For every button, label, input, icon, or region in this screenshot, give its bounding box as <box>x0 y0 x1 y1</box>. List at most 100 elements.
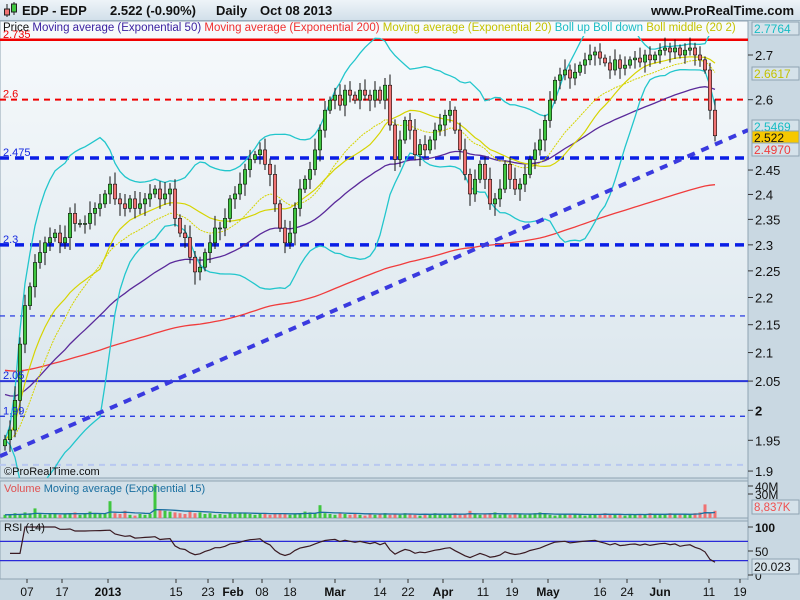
x-tick-label: 19 <box>505 585 519 599</box>
x-tick-label: 16 <box>593 585 607 599</box>
legend-boll-middle: Boll middle (20 2) <box>646 22 736 34</box>
candle-body <box>422 144 427 151</box>
candle-body <box>203 252 208 268</box>
volume-bar <box>688 514 692 518</box>
y-tick-label: 2.1 <box>755 346 773 361</box>
rsi-tick-label: 100 <box>755 521 775 535</box>
volume-bar <box>43 514 47 518</box>
y-tick-label: 2.35 <box>755 212 780 227</box>
volume-last-value: 8,837K <box>754 502 791 514</box>
value-tag-ema200: 2.4970 <box>754 143 791 157</box>
volume-bar <box>83 514 87 518</box>
x-tick-label: 22 <box>401 585 415 599</box>
volume-bar <box>23 512 27 518</box>
x-tick-label: 19 <box>733 585 747 599</box>
candle-body <box>362 89 367 96</box>
candle-body <box>158 188 163 200</box>
candle-body <box>188 237 193 258</box>
x-tick-label: 14 <box>373 585 387 599</box>
volume-bar <box>53 514 57 518</box>
candle-body <box>492 198 497 205</box>
candle-body <box>562 69 567 76</box>
rsi-panel <box>0 520 749 580</box>
candle-body <box>153 188 158 195</box>
volume-bar <box>608 514 612 518</box>
volume-bar <box>633 514 637 518</box>
value-tags: 2.77642.66172.54692.5222.4970 <box>751 21 800 157</box>
volume-bar <box>78 514 82 518</box>
date-axis: 07 17 2013 15 23 Feb 08 18 Mar 14 22 Apr 11 19 May 16 24… <box>20 579 747 599</box>
volume-bar <box>133 515 137 518</box>
volume-axis: 40M30M8,837K <box>748 480 800 515</box>
volume-bar <box>233 514 237 518</box>
candle-body <box>412 129 417 155</box>
candle-body <box>257 149 262 155</box>
volume-bar <box>498 514 502 518</box>
candle-body <box>108 183 113 195</box>
y-tick-label: 2 <box>755 403 762 418</box>
candle-body <box>552 79 557 101</box>
volume-bar <box>223 514 227 518</box>
candle-body <box>702 59 707 71</box>
value-tag-ema20: 2.6617 <box>754 67 791 81</box>
volume-bar <box>208 513 212 518</box>
price-legend: Price Moving average (Exponential 50) Mo… <box>3 22 736 34</box>
candle-body <box>487 178 492 205</box>
candle-body <box>372 89 377 101</box>
volume-bar <box>58 514 62 518</box>
volume-bar <box>413 514 417 518</box>
candle-body <box>537 139 542 151</box>
volume-bar <box>658 514 662 518</box>
legend-ema50: Moving average (Exponential 50) <box>32 22 202 34</box>
legend-boll-up: Boll up <box>554 22 590 34</box>
x-tick-label: 18 <box>283 585 297 599</box>
volume-bar <box>268 514 272 518</box>
candle-body <box>78 223 83 225</box>
candle-body <box>243 169 248 185</box>
volume-bar <box>248 514 252 518</box>
candle-body <box>577 64 582 73</box>
volume-bar <box>128 514 132 518</box>
candle-body <box>297 188 302 209</box>
candle-body <box>317 129 322 151</box>
watermark: ©ProRealTime.com <box>4 466 100 478</box>
candle-body <box>512 178 517 190</box>
candle-body <box>322 109 327 131</box>
candle-body <box>397 139 402 160</box>
candle-body <box>522 174 527 185</box>
volume-bar <box>183 514 187 518</box>
volume-bar <box>578 514 582 518</box>
x-tick-label: 07 <box>20 585 34 599</box>
candle-body <box>392 124 397 160</box>
volume-bar <box>148 514 152 518</box>
candle-body <box>667 47 672 53</box>
chart-canvas[interactable]: 2.7352.62.4752.32.051.99 1.91.9522.052.1… <box>0 0 800 600</box>
y-tick-label: 2.4 <box>755 187 773 202</box>
x-tick-label: 2013 <box>95 585 122 599</box>
candle-body <box>507 163 512 180</box>
value-tag-boll: 2.7764 <box>754 22 791 36</box>
volume-bar <box>553 515 557 518</box>
volume-bar <box>373 514 377 518</box>
volume-bar <box>703 504 707 518</box>
rsi-tick-label: 50 <box>755 545 769 559</box>
volume-bar <box>548 514 552 518</box>
candle-body <box>103 193 108 205</box>
candle-body <box>472 178 477 195</box>
candle <box>452 106 457 134</box>
volume-bar <box>593 514 597 518</box>
legend-ema200: Moving average (Exponential 200) <box>204 22 380 34</box>
candle-body <box>617 59 622 69</box>
volume-bar <box>283 514 287 518</box>
candle-body <box>612 59 617 71</box>
candle-body <box>272 174 277 205</box>
candle-body <box>218 227 223 230</box>
x-tick-label: 11 <box>703 585 716 599</box>
x-tick-label: 08 <box>255 585 269 599</box>
legend-price: Price <box>3 22 30 34</box>
x-tick-label: Apr <box>433 585 454 599</box>
volume-bar <box>38 514 42 518</box>
volume-bar <box>323 513 327 518</box>
volume-bar <box>508 514 512 518</box>
candle-body <box>253 154 258 160</box>
